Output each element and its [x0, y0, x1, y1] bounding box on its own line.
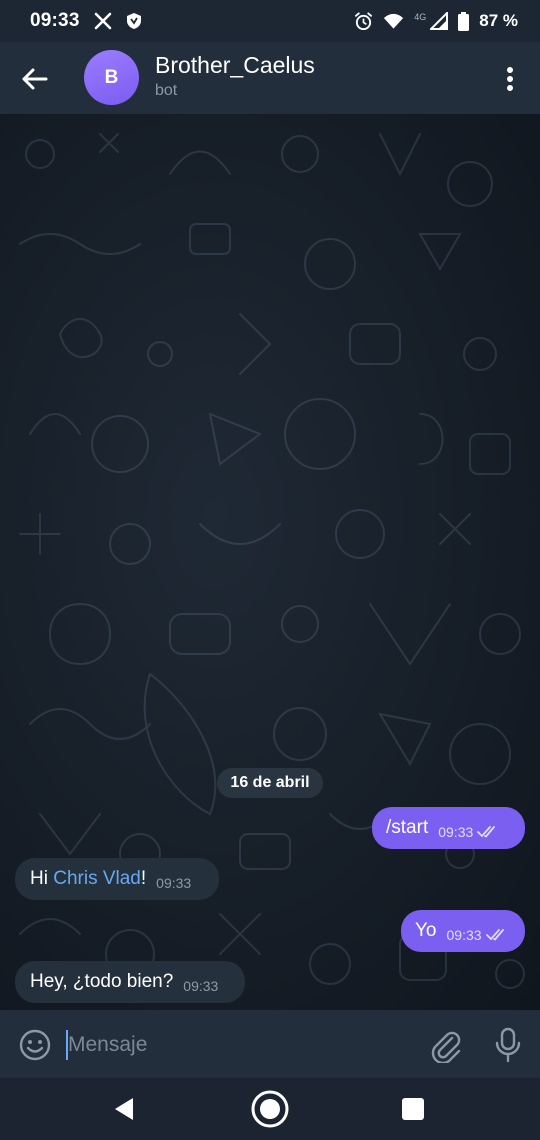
message-bubble-incoming[interactable]: Hi Chris Vlad! 09:33 — [15, 858, 219, 900]
back-button[interactable] — [20, 64, 50, 94]
nav-back-button[interactable] — [113, 1096, 137, 1122]
alarm-icon — [354, 11, 373, 31]
message-bubble-outgoing[interactable]: /start 09:33 — [372, 807, 525, 849]
attach-button[interactable] — [430, 1029, 462, 1065]
date-separator: 16 de abril — [217, 768, 323, 798]
chat-subtitle: bot — [155, 82, 178, 99]
message-time: 09:33 — [183, 978, 219, 994]
message-input[interactable] — [68, 1030, 398, 1060]
emoji-icon — [19, 1029, 51, 1061]
message-text: Hi Chris Vlad! — [30, 868, 147, 889]
message-time: 09:33 — [446, 927, 482, 943]
battery-icon — [458, 11, 470, 31]
system-navigation-bar — [0, 1078, 540, 1140]
wifi-icon — [383, 13, 404, 30]
chat-area[interactable]: 16 de abril /start 09:33 Hi Chris Vlad! … — [0, 114, 540, 1010]
voice-message-button[interactable] — [494, 1027, 522, 1063]
back-arrow-icon — [22, 68, 48, 90]
status-bar: 09:33 4G 87 % — [0, 0, 540, 42]
double-check-icon — [485, 929, 508, 941]
message-text: /start — [386, 817, 429, 838]
network-type: 4G — [414, 12, 427, 22]
nav-home-button[interactable] — [250, 1089, 290, 1129]
more-vert-icon — [507, 67, 513, 91]
status-time: 09:33 — [30, 10, 80, 31]
nav-back-icon — [115, 1098, 133, 1120]
signal-icon — [430, 12, 449, 30]
message-bubble-incoming[interactable]: Hey, ¿todo bien? 09:33 — [15, 961, 245, 1003]
message-text: Yo — [415, 920, 437, 941]
avatar[interactable]: B — [84, 50, 139, 105]
attach-icon — [431, 1031, 461, 1065]
shield-icon — [126, 12, 142, 30]
battery-level: 87 % — [479, 11, 518, 30]
nav-recents-icon[interactable] — [402, 1098, 424, 1120]
double-check-icon — [477, 826, 499, 838]
message-time: 09:33 — [438, 824, 474, 840]
message-bubble-outgoing[interactable]: Yo 09:33 — [401, 910, 525, 952]
message-composer — [0, 1010, 540, 1078]
more-options-button[interactable] — [502, 66, 518, 92]
chat-title[interactable]: Brother_Caelus — [155, 52, 315, 79]
message-text: Hey, ¿todo bien? — [30, 971, 174, 992]
chat-header: B Brother_Caelus bot — [0, 42, 540, 114]
emoji-button[interactable] — [19, 1029, 51, 1061]
nav-home-icon — [251, 1090, 289, 1128]
mic-icon — [495, 1027, 521, 1063]
user-mention-link[interactable]: Chris Vlad — [53, 868, 141, 889]
x-logo-icon — [94, 12, 112, 30]
message-time: 09:33 — [156, 875, 192, 891]
